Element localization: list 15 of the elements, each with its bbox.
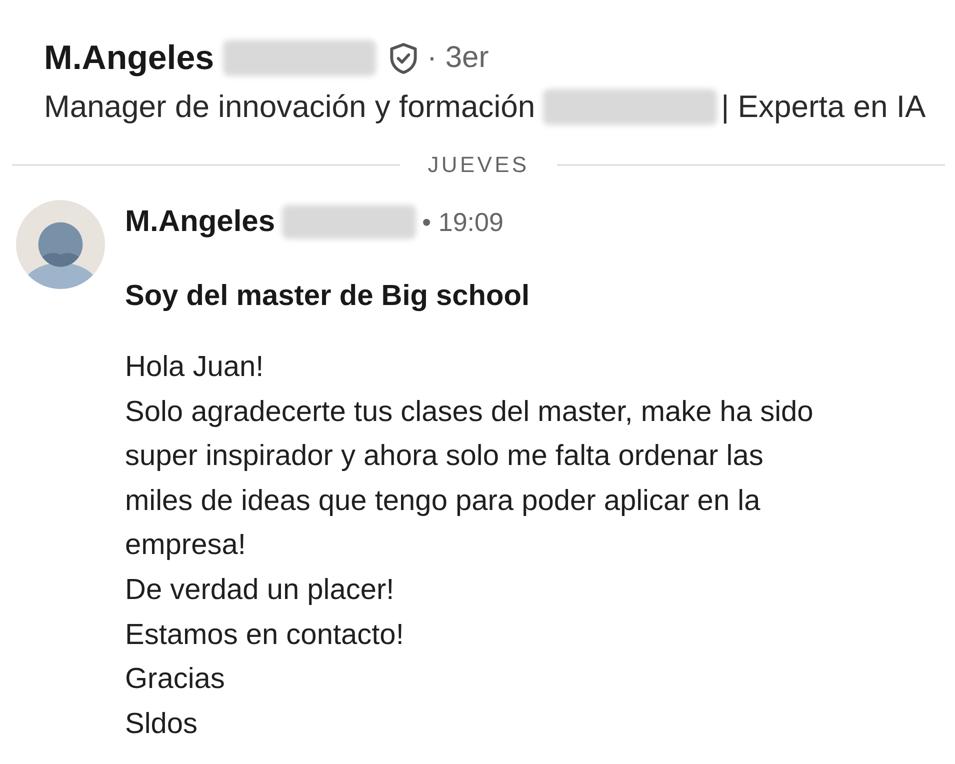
date-divider-label: JUEVES — [426, 151, 530, 179]
message-subject: Soy del master de Big school — [125, 279, 530, 314]
message-paragraph: Estamos en contacto! — [125, 618, 405, 653]
avatar-silhouette-icon — [16, 200, 105, 289]
message-paragraph: Sldos — [125, 706, 199, 742]
message-paragraph: Gracias — [125, 662, 226, 698]
contact-name[interactable]: M.Angeles — [44, 38, 214, 78]
message-paragraph: De verdad un placer! — [125, 572, 396, 608]
message-paragraph: Solo agradecerte tus clases del master, make ha sido super inspirador y ahora solo me falta ordenar las miles de ideas que tengo para poder aplicar en la empresa! — [125, 394, 814, 564]
message-paragraph: Hola Juan! — [125, 350, 265, 385]
sender-name[interactable]: M.Angeles — [125, 204, 276, 240]
connection-degree: · 3er — [427, 40, 489, 76]
contact-headline-suffix: | Experta en IA — [721, 88, 926, 126]
contact-headline: Manager de innovación y formación — [44, 88, 536, 126]
message-time: • 19:09 — [422, 206, 504, 238]
